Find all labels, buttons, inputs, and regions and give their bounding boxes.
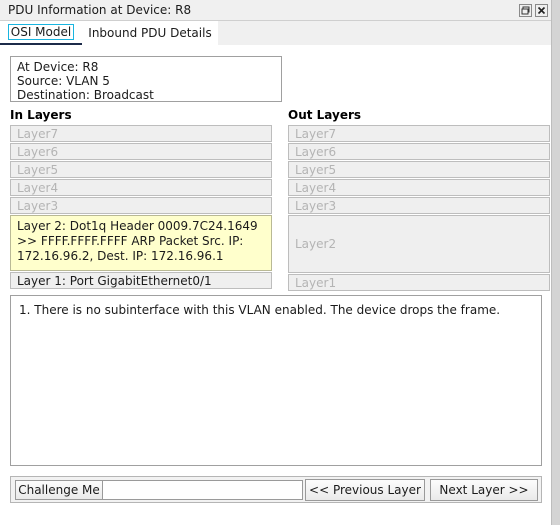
out-layer-row-4[interactable]: Layer4 xyxy=(288,179,550,196)
close-icon xyxy=(534,3,548,17)
destination-line: Destination: Broadcast xyxy=(17,88,154,102)
window-controls xyxy=(518,3,548,17)
tab-strip: OSI Model Inbound PDU Details xyxy=(0,21,552,46)
in-layers-list: Layer7 Layer6 Layer5 Layer4 Layer3 Layer… xyxy=(10,125,272,290)
in-layer-row-4[interactable]: Layer4 xyxy=(10,179,272,196)
layer-description-box: 1. There is no subinterface with this VL… xyxy=(10,295,542,466)
tab-osi-model[interactable]: OSI Model xyxy=(0,21,82,45)
pdu-summary-box: At Device: R8 Source: VLAN 5 Destination… xyxy=(10,56,282,102)
out-layer-row-5[interactable]: Layer5 xyxy=(288,161,550,178)
window-title: PDU Information at Device: R8 xyxy=(8,3,192,17)
challenge-input[interactable] xyxy=(103,480,303,500)
out-layer-row-3[interactable]: Layer3 xyxy=(288,197,550,214)
out-layer-row-1[interactable]: Layer1 xyxy=(288,274,550,291)
tab-inbound-pdu-details-label: Inbound PDU Details xyxy=(88,26,212,40)
source-line: Source: VLAN 5 xyxy=(17,74,110,88)
description-line: 1. There is no subinterface with this VL… xyxy=(19,303,501,317)
in-layer-row-6[interactable]: Layer6 xyxy=(10,143,272,160)
challenge-me-button[interactable]: Challenge Me xyxy=(15,480,103,500)
osi-model-panel: At Device: R8 Source: VLAN 5 Destination… xyxy=(0,45,552,525)
previous-layer-button[interactable]: << Previous Layer xyxy=(305,479,425,501)
in-layer-row-3[interactable]: Layer3 xyxy=(10,197,272,214)
window-frame-right xyxy=(551,0,560,525)
pdu-information-window: PDU Information at Device: R8 OSI Model xyxy=(0,0,560,525)
restore-button[interactable] xyxy=(518,3,532,17)
in-layer-row-2[interactable]: Layer 2: Dot1q Header 0009.7C24.1649 >> … xyxy=(10,215,272,271)
out-layer-row-6[interactable]: Layer6 xyxy=(288,143,550,160)
out-layer-row-7[interactable]: Layer7 xyxy=(288,125,550,142)
out-layers-list: Layer7 Layer6 Layer5 Layer4 Layer3 Layer… xyxy=(288,125,550,292)
restore-icon xyxy=(518,3,532,17)
close-button[interactable] xyxy=(534,3,548,17)
in-layer-row-7[interactable]: Layer7 xyxy=(10,125,272,142)
bottom-toolbar: Challenge Me << Previous Layer Next Laye… xyxy=(10,476,542,503)
out-layers-heading: Out Layers xyxy=(288,108,362,122)
at-device-line: At Device: R8 xyxy=(17,60,99,74)
in-layer-row-5[interactable]: Layer5 xyxy=(10,161,272,178)
in-layer-row-1[interactable]: Layer 1: Port GigabitEthernet0/1 xyxy=(10,272,272,289)
tab-inbound-pdu-details[interactable]: Inbound PDU Details xyxy=(82,21,218,45)
next-layer-button[interactable]: Next Layer >> xyxy=(430,479,538,501)
out-layer-row-2[interactable]: Layer2 xyxy=(288,215,550,273)
in-layers-heading: In Layers xyxy=(10,108,72,122)
tab-osi-model-label: OSI Model xyxy=(7,24,75,40)
window-titlebar: PDU Information at Device: R8 xyxy=(0,0,552,21)
